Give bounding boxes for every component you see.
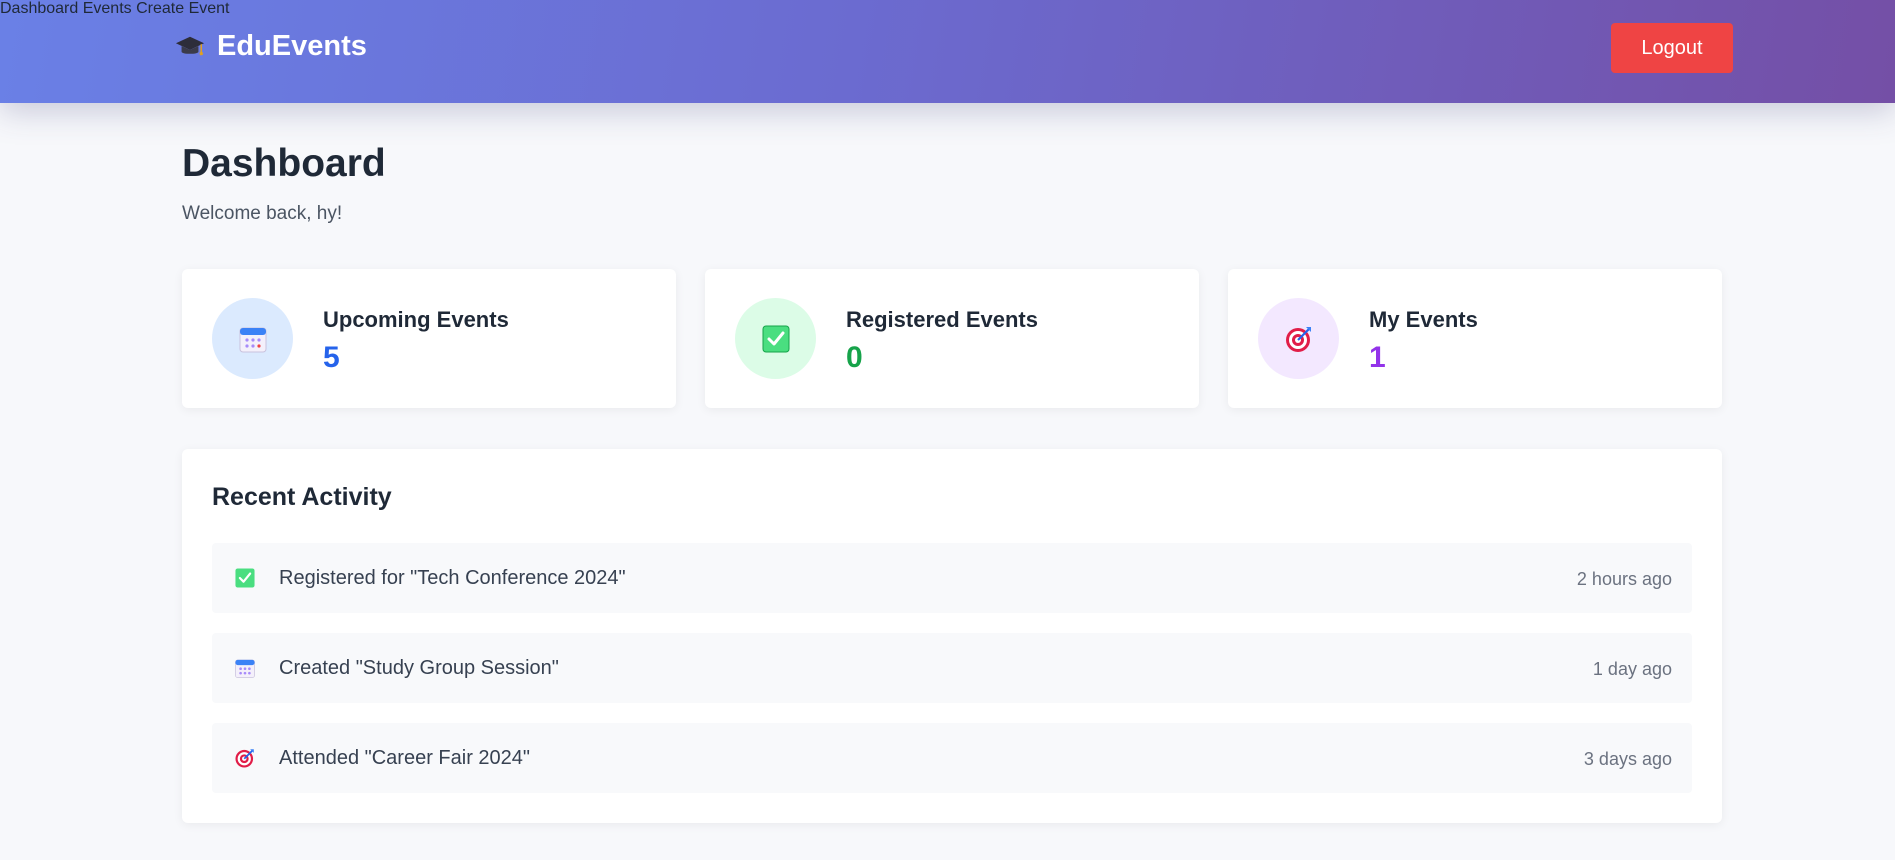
- activity-item[interactable]: Created "Study Group Session" 1 day ago: [212, 633, 1692, 703]
- stat-value: 5: [323, 341, 340, 374]
- stat-label: My Events: [1369, 307, 1478, 332]
- activity-text: Attended "Career Fair 2024": [279, 747, 531, 769]
- activity-time: 1 day ago: [1592, 659, 1672, 679]
- stat-card-my-events: My Events 1: [1228, 269, 1722, 408]
- activity-item[interactable]: Registered for "Tech Conference 2024" 2 …: [212, 543, 1692, 613]
- recent-activity-title: Recent Activity: [212, 483, 392, 511]
- logout-button[interactable]: Logout: [1611, 23, 1733, 73]
- welcome-message: Welcome back, hy!: [182, 203, 343, 224]
- stat-label: Upcoming Events: [323, 307, 509, 332]
- stat-icon-circle: [212, 298, 293, 379]
- stat-icon-circle: [735, 298, 816, 379]
- nav-dashboard-link[interactable]: Dashboard: [0, 0, 78, 17]
- check-box-icon: [762, 325, 789, 352]
- calendar-icon: [235, 659, 255, 678]
- brand-name: EduEvents: [217, 30, 367, 62]
- check-box-icon: [235, 568, 255, 588]
- activity-item[interactable]: Attended "Career Fair 2024" 3 days ago: [212, 723, 1692, 793]
- stat-label: Registered Events: [846, 307, 1038, 332]
- activity-text: Created "Study Group Session": [279, 657, 559, 679]
- brand-logo[interactable]: EduEvents: [175, 30, 367, 63]
- stat-value: 1: [1369, 341, 1386, 374]
- activity-text: Registered for "Tech Conference 2024": [279, 567, 626, 589]
- stat-card-registered-events: Registered Events 0: [705, 269, 1199, 408]
- page-title: Dashboard: [182, 142, 386, 185]
- stat-card-upcoming-events: Upcoming Events 5: [182, 269, 676, 408]
- recent-activity-panel: Recent Activity Registered for "Tech Con…: [182, 449, 1722, 823]
- top-navigation-bar: EduEvents Dashboard Events Create Event …: [0, 0, 1895, 103]
- nav-events-link[interactable]: Events: [83, 0, 132, 17]
- activity-time: 3 days ago: [1583, 749, 1672, 769]
- calendar-icon: [239, 327, 266, 352]
- nav-create-event-link[interactable]: Create Event: [136, 0, 229, 17]
- target-icon: [1285, 326, 1311, 352]
- stat-icon-circle: [1258, 298, 1339, 379]
- graduation-cap-icon: [175, 36, 205, 55]
- activity-time: 2 hours ago: [1576, 569, 1672, 589]
- target-icon: [235, 749, 254, 768]
- stat-value: 0: [846, 341, 863, 374]
